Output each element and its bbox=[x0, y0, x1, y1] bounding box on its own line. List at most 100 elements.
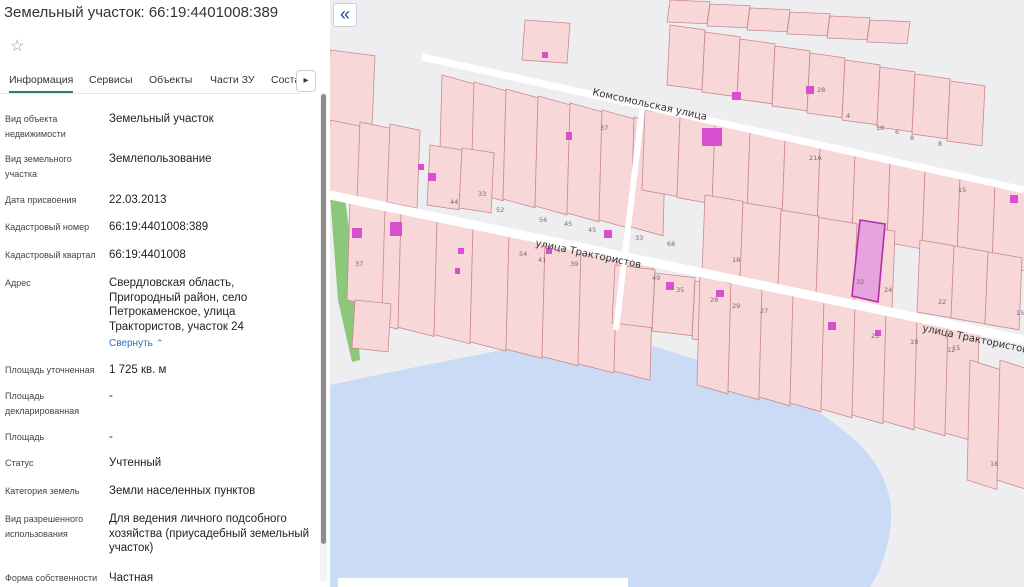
parcel[interactable] bbox=[706, 3, 751, 29]
collapse-panel-button[interactable]: « bbox=[333, 3, 357, 27]
parcel[interactable] bbox=[815, 217, 858, 303]
parcel[interactable] bbox=[566, 102, 603, 223]
parcel[interactable] bbox=[386, 123, 421, 209]
parcel[interactable] bbox=[806, 52, 846, 119]
parcel[interactable] bbox=[351, 299, 392, 353]
building bbox=[666, 282, 674, 290]
building bbox=[1010, 195, 1018, 203]
parcel[interactable] bbox=[666, 24, 706, 91]
cad-number-value: 66:19:4401008:389 bbox=[109, 221, 209, 233]
parcel[interactable] bbox=[789, 292, 825, 413]
area-label: Площадь bbox=[5, 432, 45, 442]
parcel[interactable] bbox=[736, 38, 776, 105]
building bbox=[352, 228, 362, 238]
building bbox=[455, 268, 460, 274]
tabs-next-button[interactable]: ▸ bbox=[296, 70, 316, 92]
parcel[interactable] bbox=[826, 15, 871, 41]
object-type-label: Вид объекта недвижимости bbox=[5, 114, 66, 139]
plot-number-label: 49 bbox=[652, 274, 660, 282]
address-label: Адрес bbox=[5, 278, 31, 288]
category-label: Категория земель bbox=[5, 486, 80, 496]
cad-quarter-value: 66:19:4401008 bbox=[109, 249, 186, 261]
panel-scrollbar-thumb[interactable] bbox=[321, 94, 326, 544]
building bbox=[702, 128, 722, 146]
address-line: Свердловская область, bbox=[109, 277, 235, 289]
parcel[interactable] bbox=[458, 147, 495, 214]
plot-number-label: 33 bbox=[635, 234, 643, 242]
parcel[interactable] bbox=[916, 239, 955, 319]
permitted-use-line: хозяйства (приусадебный земельный bbox=[109, 527, 310, 540]
parcel[interactable] bbox=[346, 199, 386, 309]
parcel[interactable] bbox=[946, 80, 986, 147]
parcel[interactable] bbox=[746, 7, 791, 33]
parcel[interactable] bbox=[397, 211, 438, 338]
parcel[interactable] bbox=[876, 66, 916, 133]
parcel[interactable] bbox=[701, 194, 744, 280]
tab-objects[interactable]: Объекты bbox=[149, 74, 192, 86]
parcel[interactable] bbox=[966, 359, 1001, 491]
ownership-label: Форма собственности bbox=[5, 573, 98, 583]
plot-number-label: 33 bbox=[478, 190, 486, 198]
parcel[interactable] bbox=[777, 209, 820, 295]
plot-number-label: 29 bbox=[732, 302, 740, 310]
plot-number-label: 18 bbox=[732, 256, 740, 264]
parcel[interactable] bbox=[469, 226, 510, 352]
parcel[interactable] bbox=[433, 219, 474, 345]
parcel[interactable] bbox=[758, 286, 794, 407]
area-refined-label: Площадь уточненная bbox=[5, 365, 95, 375]
plot-number-label: 68 bbox=[667, 240, 675, 248]
plot-number-label: 6 bbox=[895, 128, 899, 136]
plot-number-label: 41 bbox=[538, 256, 546, 264]
assigned-date-value: 22.03.2013 bbox=[109, 194, 167, 206]
parcel[interactable] bbox=[356, 121, 391, 207]
tab-bar: Информация Сервисы Объекты Части ЗУ Сост… bbox=[0, 70, 300, 94]
parcel[interactable] bbox=[666, 0, 711, 25]
land-type-value: Землепользование bbox=[109, 153, 212, 165]
address-line: Пригородный район, село bbox=[109, 291, 248, 304]
building bbox=[732, 92, 741, 100]
parcel[interactable] bbox=[727, 280, 763, 401]
parcel[interactable] bbox=[996, 359, 1024, 490]
parcel[interactable] bbox=[866, 19, 911, 45]
plot-number-label: 44 bbox=[450, 198, 458, 206]
land-type-label: Вид земельного участка bbox=[5, 154, 72, 179]
building bbox=[418, 164, 424, 170]
plot-number-label: 52 bbox=[496, 206, 504, 214]
plot-number-label: 35 bbox=[676, 286, 684, 294]
double-chevron-left-icon: « bbox=[339, 4, 350, 24]
parcel[interactable] bbox=[851, 304, 887, 425]
parcel[interactable] bbox=[820, 298, 856, 419]
parcel[interactable] bbox=[330, 49, 376, 129]
parcel[interactable] bbox=[502, 88, 539, 209]
parcel[interactable] bbox=[911, 73, 951, 140]
plot-number-label: 56 bbox=[539, 216, 547, 224]
chevron-right-icon: ▸ bbox=[303, 75, 309, 86]
plot-number-label: 37 bbox=[600, 124, 608, 132]
plot-number-label: 15б bbox=[1016, 309, 1024, 317]
plot-number-label: 22 bbox=[938, 298, 946, 306]
parcel[interactable] bbox=[771, 45, 811, 112]
parcel[interactable] bbox=[641, 109, 681, 197]
cadastral-map[interactable]: 37 33 52 56 45 45 44 54 41 39 37 49 35 33 68 18 32 24 22 28… bbox=[330, 0, 1024, 587]
tab-services[interactable]: Сервисы bbox=[89, 74, 133, 86]
tab-parts[interactable]: Части ЗУ bbox=[210, 74, 255, 86]
parcel[interactable] bbox=[534, 95, 571, 216]
map-canvas[interactable]: 37335256 4545445441 3937493533681832242228… bbox=[330, 0, 1024, 587]
parcel[interactable] bbox=[577, 248, 618, 374]
parcel[interactable] bbox=[950, 245, 989, 325]
info-panel: Земельный участок: 66:19:4401008:389 ☆ И… bbox=[0, 0, 330, 587]
parcel[interactable] bbox=[786, 11, 831, 37]
parcel[interactable] bbox=[984, 251, 1023, 331]
favorite-star-icon[interactable]: ☆ bbox=[10, 36, 24, 56]
collapse-link[interactable]: Свернуть ⌃ bbox=[109, 338, 163, 349]
parcel[interactable] bbox=[882, 310, 918, 431]
plot-number-label: 37 bbox=[355, 260, 363, 268]
building bbox=[566, 132, 572, 140]
parcel[interactable] bbox=[739, 202, 782, 288]
plot-number-label: 19 bbox=[910, 338, 918, 346]
permitted-use-label: Вид разрешенного использования bbox=[5, 514, 84, 539]
parcel[interactable] bbox=[696, 274, 732, 395]
area-value: - bbox=[109, 431, 113, 443]
tab-info[interactable]: Информация bbox=[9, 74, 74, 93]
parcel[interactable] bbox=[701, 31, 741, 98]
